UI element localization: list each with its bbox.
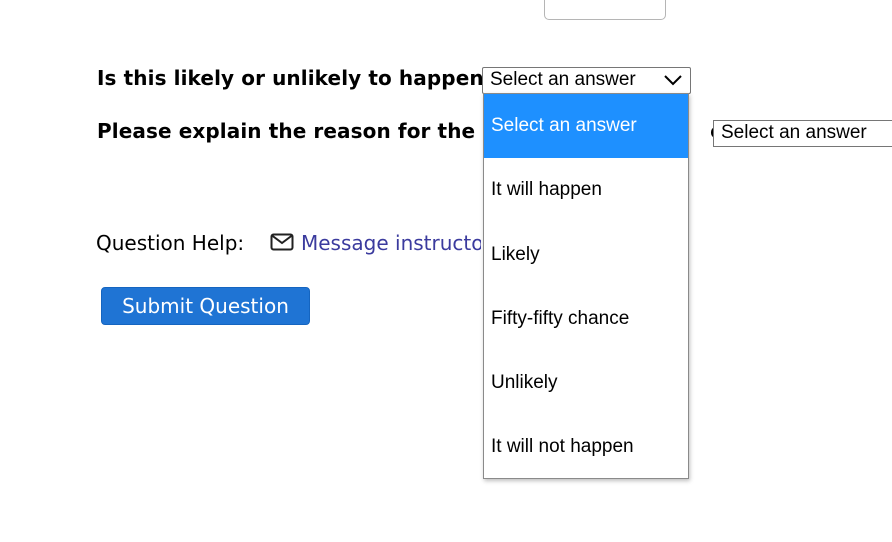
message-instructor-link[interactable]: Message instructor [301,231,481,255]
question-help-label: Question Help: [96,231,245,255]
question2-select[interactable]: Select an answer [713,120,892,147]
dropdown-option[interactable]: Likely [484,223,688,287]
submit-question-button[interactable]: Submit Question [101,287,310,325]
question1-label: Is this likely or unlikely to happen? [97,66,496,90]
question2-label-start: Please explain the reason for the co [97,119,509,143]
dropdown-option[interactable]: Fifty-fifty chance [484,287,688,351]
dropdown-option[interactable]: It will happen [484,158,688,222]
chevron-down-icon [664,75,682,86]
question1-select-value: Select an answer [490,69,636,90]
question1-select[interactable]: Select an answer [482,67,691,94]
question2-select-value: Select an answer [721,122,867,143]
dropdown-option[interactable]: It will not happen [484,415,688,479]
mail-icon[interactable] [270,233,294,251]
dropdown-option[interactable]: Unlikely [484,351,688,415]
dropdown-option[interactable]: Select an answer [484,94,688,159]
question1-dropdown-list: Select an answer It will happen Likely F… [483,93,689,479]
answer-input[interactable] [544,0,666,20]
